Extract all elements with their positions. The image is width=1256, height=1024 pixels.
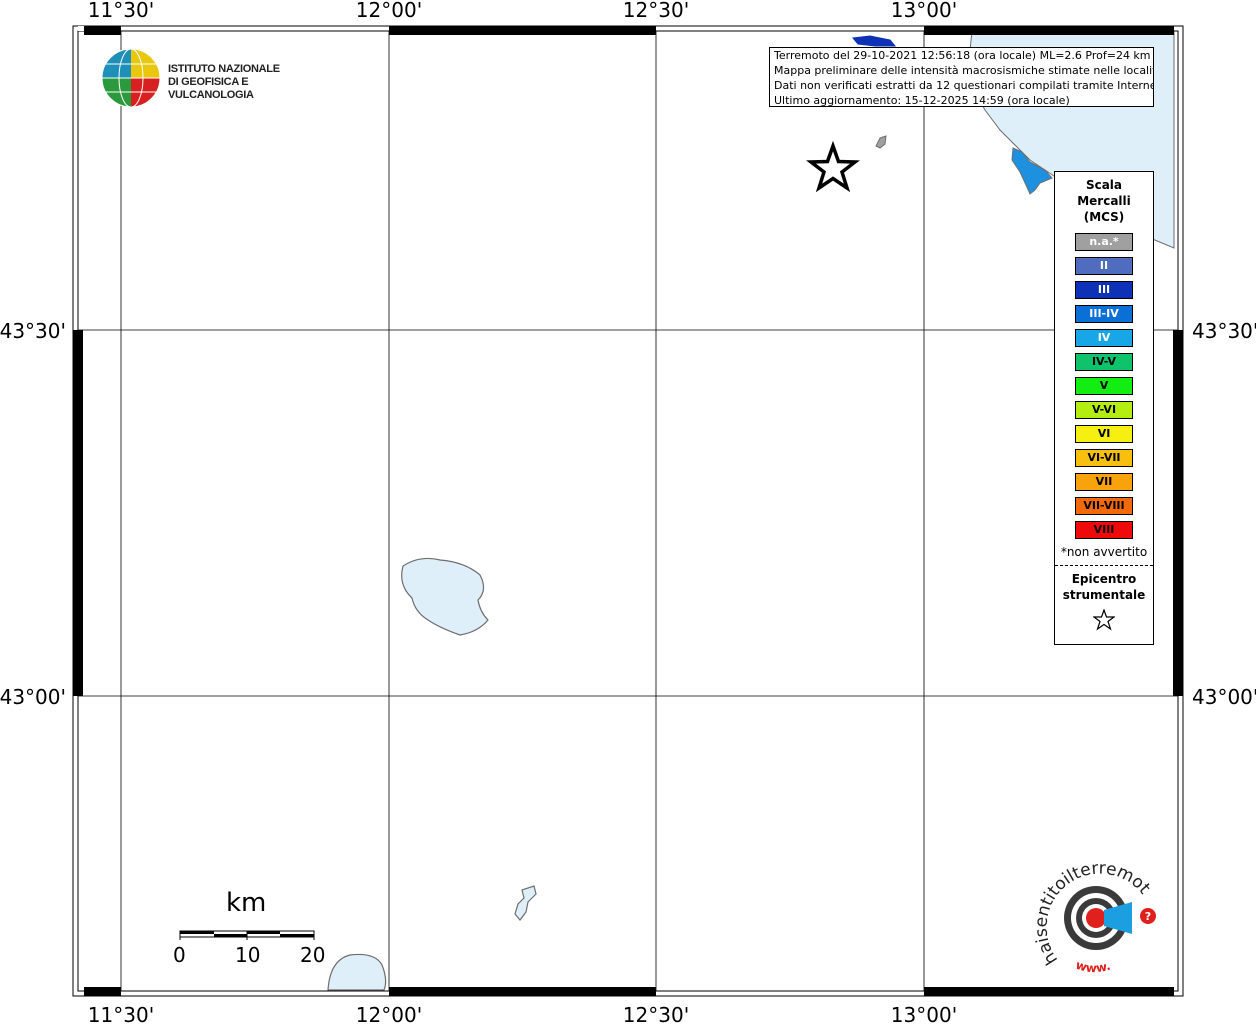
- legend-item: III-IV: [1075, 305, 1133, 323]
- lon-label: 12°00': [356, 1003, 422, 1024]
- ingv-name-line: DI GEOFISICA E VULCANOLOGIA: [168, 76, 254, 101]
- lat-label: 43°00': [1192, 685, 1256, 709]
- lat-label: 43°00': [0, 685, 66, 709]
- hst-logo-url: www.: [1074, 958, 1112, 976]
- lon-label: 11°30': [88, 0, 154, 22]
- lon-labels-bottom: 11°30' 12°00' 12°30' 13°00': [88, 1003, 957, 1024]
- lon-labels-top: 11°30' 12°00' 12°30' 13°00': [88, 0, 957, 22]
- legend-title-line: Mercalli: [1077, 194, 1131, 208]
- lon-label: 12°30': [623, 1003, 689, 1024]
- lake-trasimeno: [401, 557, 489, 636]
- lon-label: 12°00': [356, 0, 422, 22]
- event-info-line: Ultimo aggiornamento: 15-12-2025 14:59 (…: [774, 94, 1070, 107]
- legend-item: VIII: [1075, 521, 1133, 539]
- legend-epicenter-label: Epicentro strumentale: [1055, 571, 1153, 603]
- legend-note: *non avvertito: [1060, 545, 1148, 559]
- legend-item: V-VI: [1075, 401, 1133, 419]
- legend-item: VII-VIII: [1075, 497, 1133, 515]
- graticule: [78, 31, 1178, 991]
- lon-label: 13°00': [891, 0, 957, 22]
- legend-item: III: [1075, 281, 1133, 299]
- legend-item: VII: [1075, 473, 1133, 491]
- scale-unit: km: [226, 888, 267, 918]
- event-info-line: Terremoto del 29-10-2021 12:56:18 (ora l…: [774, 49, 1151, 62]
- lon-label: 12°30': [623, 0, 689, 22]
- ingv-name-line: ISTITUTO NAZIONALE: [168, 63, 280, 75]
- lat-label: 43°30': [1192, 319, 1256, 343]
- lake-corbara: [514, 885, 537, 921]
- legend-items: n.a.* II III III-IV IV IV-V V V-VI VI VI-VII VII VI…: [1055, 233, 1153, 539]
- mcs-legend: Scala Mercalli (MCS) n.a.* II III III-IV IV I…: [1054, 171, 1154, 645]
- epicenter-star-icon: [806, 140, 860, 193]
- svg-text:?: ?: [1145, 910, 1151, 923]
- legend-item: VI: [1075, 425, 1133, 443]
- legend-title-line: Scala: [1085, 178, 1123, 192]
- legend-separator: [1055, 565, 1153, 566]
- event-info-line: Dati non verificati estratti da 12 quest…: [774, 79, 1154, 92]
- ingv-logo: ISTITUTO NAZIONALE DI GEOFISICA E VULCAN…: [100, 47, 320, 109]
- map-frame: [72, 25, 1184, 997]
- lake-bolsena: [327, 953, 387, 991]
- legend-star-icon: [1055, 608, 1153, 635]
- haisentito-logo: ? haisentitoilterremoto.it www.: [1025, 845, 1160, 990]
- ingv-name: ISTITUTO NAZIONALE DI GEOFISICA E VULCAN…: [168, 63, 320, 102]
- ingv-globe-icon: [101, 48, 161, 108]
- legend-item: n.a.*: [1075, 233, 1133, 251]
- scale-label: 20: [300, 943, 326, 967]
- legend-item: IV: [1075, 329, 1133, 347]
- scale-label: 0: [173, 943, 186, 967]
- legend-item: IV-V: [1075, 353, 1133, 371]
- lon-label: 13°00': [891, 1003, 957, 1024]
- legend-epicenter-line: strumentale: [1062, 588, 1146, 602]
- blue-shoreline: [852, 35, 897, 47]
- legend-item: II: [1075, 257, 1133, 275]
- small-island: [875, 135, 887, 149]
- svg-text:www.: www.: [1074, 958, 1112, 976]
- legend-item: VI-VII: [1075, 449, 1133, 467]
- legend-epicenter-line: Epicentro: [1071, 572, 1137, 586]
- scale-bar: [179, 930, 315, 940]
- lon-label: 11°30': [88, 1003, 154, 1024]
- event-info-line: Mappa preliminare delle intensità macros…: [774, 64, 1154, 77]
- legend-title: Scala Mercalli (MCS): [1055, 177, 1153, 225]
- event-info-box: Terremoto del 29-10-2021 12:56:18 (ora l…: [769, 47, 1154, 107]
- legend-title-line: (MCS): [1083, 210, 1125, 224]
- scale-label: 10: [235, 943, 261, 967]
- legend-item: V: [1075, 377, 1133, 395]
- lat-label: 43°30': [0, 319, 66, 343]
